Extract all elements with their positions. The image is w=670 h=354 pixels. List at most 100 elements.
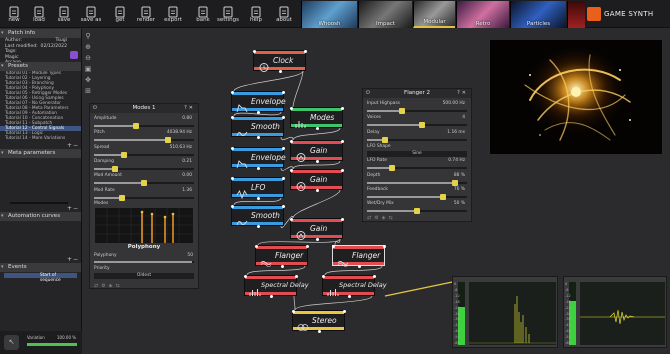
node-port[interactable] [257, 167, 260, 170]
slider-knob[interactable] [121, 151, 127, 158]
node-port[interactable] [316, 127, 319, 130]
remove-curve-icon[interactable]: − [73, 256, 78, 263]
help-button[interactable]: help [244, 0, 268, 28]
save-as-button[interactable]: save as [79, 0, 103, 28]
tab-retro[interactable]: Retro [456, 1, 509, 28]
param-slider[interactable] [367, 122, 467, 129]
node-port[interactable] [231, 205, 234, 208]
node-port[interactable] [290, 218, 293, 221]
add-meta-icon[interactable]: + [67, 205, 72, 212]
priority-select[interactable]: Oldest [94, 273, 194, 279]
slider-knob[interactable] [133, 123, 139, 129]
node-spectral2[interactable]: Spectral Delay [322, 275, 387, 298]
node-gain1[interactable]: Gain [290, 140, 344, 163]
node-port[interactable] [270, 295, 273, 298]
slider-knob[interactable] [119, 194, 125, 201]
param-slider[interactable] [367, 136, 467, 143]
param-slider[interactable] [94, 137, 194, 144]
get-button[interactable]: get [108, 0, 132, 28]
presets-header[interactable]: Presets [0, 62, 81, 71]
param-slider[interactable] [94, 180, 194, 187]
param-slider[interactable] [94, 123, 194, 129]
tab-modular[interactable]: Modular [413, 1, 455, 28]
tab-impact[interactable]: Impact [358, 1, 412, 28]
param-slider[interactable] [367, 165, 467, 172]
meta-parameter-slider[interactable] [10, 202, 68, 204]
events-header[interactable]: Events [0, 263, 81, 272]
about-button[interactable]: about [272, 0, 296, 28]
slider-knob[interactable] [382, 136, 388, 143]
slider-knob[interactable] [141, 180, 147, 187]
node-port[interactable] [316, 238, 319, 241]
node-gain3[interactable]: Gain [290, 218, 344, 241]
node-gain2[interactable]: Gain [290, 169, 344, 192]
node-envelope1[interactable]: Envelope [231, 91, 286, 114]
slider-knob[interactable] [440, 193, 446, 200]
move-icon[interactable]: ✥ [84, 76, 92, 84]
grid-icon[interactable]: ⊞ [84, 87, 92, 95]
automation-curves-header[interactable]: Automation curves [0, 212, 81, 221]
node-port[interactable] [279, 70, 282, 73]
node-port[interactable] [348, 295, 351, 298]
slider-knob[interactable] [419, 122, 425, 129]
polyphony-header[interactable]: Polyphony [90, 244, 198, 252]
link-icon[interactable]: ⚲ [84, 32, 92, 40]
node-port[interactable] [257, 225, 260, 228]
node-port[interactable] [316, 160, 319, 163]
record-button[interactable]: ↖ [4, 335, 19, 350]
fit-view-icon[interactable]: ▣ [84, 65, 92, 73]
slider-knob[interactable] [112, 165, 118, 172]
node-port[interactable] [231, 177, 234, 180]
zoom-in-icon[interactable]: ⊕ [84, 43, 92, 51]
export-button[interactable]: export [161, 0, 185, 28]
param-slider[interactable] [367, 208, 467, 215]
node-port[interactable] [358, 265, 361, 268]
node-port[interactable] [244, 275, 247, 278]
slider-knob[interactable] [452, 179, 458, 186]
node-port[interactable] [282, 205, 285, 208]
slider-knob[interactable] [414, 208, 420, 215]
add-curve-icon[interactable]: + [67, 256, 72, 263]
node-port[interactable] [282, 147, 285, 150]
slider-knob[interactable] [165, 137, 171, 144]
node-modes[interactable]: Modes [290, 107, 344, 130]
node-port[interactable] [318, 330, 321, 333]
param-slider[interactable] [94, 165, 194, 172]
save-button[interactable]: save [52, 0, 76, 28]
zoom-out-icon[interactable]: ⊖ [84, 54, 92, 62]
param-slider[interactable] [367, 108, 467, 114]
node-port[interactable] [341, 107, 344, 110]
param-slider[interactable] [367, 179, 467, 186]
node-port[interactable] [316, 189, 319, 192]
node-port[interactable] [295, 275, 298, 278]
node-flanger1[interactable]: Flanger [255, 245, 309, 268]
param-slider[interactable] [367, 193, 467, 200]
node-port[interactable] [231, 116, 234, 119]
flanger-panel-title[interactable]: ⏻ Flanger 2 ?✕ [363, 89, 471, 98]
node-port[interactable] [290, 169, 293, 172]
patch-color-icon[interactable] [70, 51, 78, 59]
node-port[interactable] [257, 197, 260, 200]
node-smooth2[interactable]: Smooth [231, 205, 285, 228]
node-port[interactable] [383, 245, 386, 248]
polyphony-slider[interactable] [94, 261, 194, 263]
modes-editor[interactable] [95, 208, 193, 243]
remove-preset-icon[interactable]: − [73, 142, 78, 149]
node-port[interactable] [231, 147, 234, 150]
node-port[interactable] [255, 245, 258, 248]
node-port[interactable] [332, 245, 335, 248]
power-icon[interactable]: ⏻ [366, 89, 370, 98]
tab-particles[interactable]: Particles [510, 1, 566, 28]
node-port[interactable] [306, 245, 309, 248]
new-button[interactable]: new [2, 0, 26, 28]
power-icon[interactable]: ⏻ [93, 104, 97, 113]
help-close-icons[interactable]: ?✕ [457, 89, 468, 98]
node-port[interactable] [322, 275, 325, 278]
node-port[interactable] [282, 116, 285, 119]
node-port[interactable] [343, 310, 346, 313]
render-button[interactable]: render [134, 0, 158, 28]
modes-panel-title[interactable]: ⏻ Modes 1 ?✕ [90, 104, 198, 113]
node-spectral1[interactable]: Spectral Delay [244, 275, 309, 298]
tab-character[interactable] [567, 1, 585, 28]
node-lfo[interactable]: LFO [231, 177, 285, 200]
